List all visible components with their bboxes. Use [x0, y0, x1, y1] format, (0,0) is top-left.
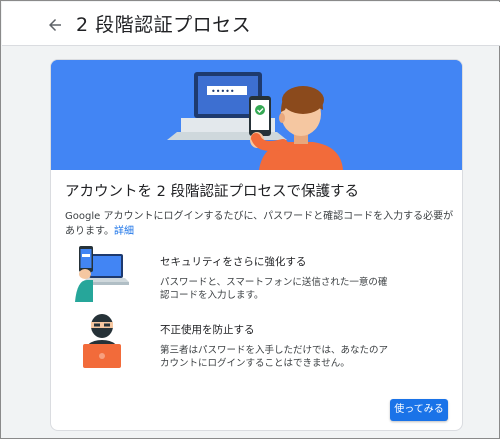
window-frame: 2 段階認証プロセス ••••• アカウントを 2 段階認証プロセスで保護する … — [0, 0, 500, 439]
feature-title: 不正使用を防止する — [160, 324, 255, 336]
feature-description: パスワードと、スマートフォンに送信された一意の確認コードを入力します。 — [160, 277, 388, 301]
masked-intruder-icon — [83, 314, 121, 368]
get-started-button[interactable]: 使ってみる — [390, 399, 448, 421]
feature-title: セキュリティをさらに強化する — [160, 256, 307, 268]
arrow-left-icon[interactable] — [46, 16, 64, 34]
card-heading: アカウントを 2 段階認証プロセスで保護する — [65, 184, 359, 200]
feature-description: 第三者はパスワードを入手しただけでは、あなたのアカウントにログインすることはでき… — [160, 345, 389, 369]
password-mask: ••••• — [211, 87, 235, 96]
hero-illustration: ••••• — [51, 60, 462, 170]
phone-laptop-icon — [75, 246, 129, 302]
details-link[interactable]: 詳細 — [114, 226, 134, 237]
main-card: ••••• アカウントを 2 段階認証プロセスで保護する Google アカウン… — [50, 59, 463, 431]
top-bar: 2 段階認証プロセス — [2, 2, 500, 46]
card-description: Google アカウントにログインするたびに、パスワードと確認コードを入力する必… — [65, 209, 457, 239]
page-title: 2 段階認証プロセス — [76, 14, 252, 36]
check-icon — [255, 105, 265, 115]
